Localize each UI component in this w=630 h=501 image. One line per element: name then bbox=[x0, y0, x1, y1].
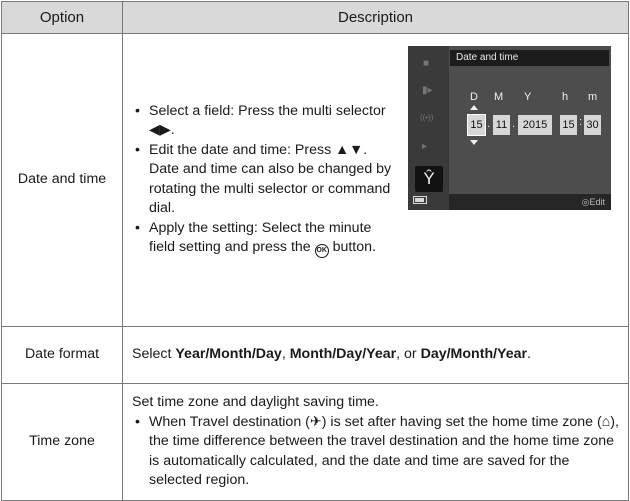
separator: . bbox=[512, 118, 516, 130]
label-hour: h bbox=[562, 91, 569, 103]
list-item: Edit the date and time: Press ▲▼. Date a… bbox=[132, 141, 394, 219]
document-page: Option Description Date and time Select … bbox=[0, 0, 630, 501]
label-year: Y bbox=[524, 91, 532, 103]
table-header-row: Option Description bbox=[1, 1, 629, 34]
format-mdy: Month/Day/Year bbox=[289, 346, 397, 363]
battery-icon bbox=[413, 196, 427, 204]
list-item: Apply the setting: Select the minute fie… bbox=[132, 219, 394, 258]
day-field: 15 bbox=[467, 114, 486, 136]
label-minute: m bbox=[588, 91, 598, 103]
wrench-icon: Ŷ bbox=[415, 166, 443, 192]
separator: . bbox=[487, 118, 491, 130]
table-row: Date format Select Year/Month/Day, Month… bbox=[1, 326, 629, 384]
format-dmy: Day/Month/Year bbox=[420, 346, 528, 363]
option-name: Date and time bbox=[1, 33, 123, 327]
edit-hint: ◎Edit bbox=[581, 197, 605, 207]
label-day: D bbox=[470, 91, 478, 103]
time-zone-intro: Set time zone and daylight saving time. bbox=[132, 394, 379, 411]
camera-icon: ■ bbox=[423, 58, 430, 69]
movie-icon: ▮▸ bbox=[422, 85, 433, 96]
playback-icon: ▸ bbox=[422, 141, 428, 152]
list-item: When Travel destination (✈) is set after… bbox=[132, 413, 622, 491]
ok-button-icon: OK bbox=[314, 243, 329, 258]
month-field: 11 bbox=[493, 115, 510, 135]
screen-title: Date and time bbox=[450, 50, 609, 66]
up-arrow-icon bbox=[470, 105, 478, 110]
table-row: Time zone Set time zone and daylight sav… bbox=[1, 383, 629, 501]
camera-screen-illustration: ■ ▮▸ ((•)) ▸ Ŷ Date and time D M Y h m 1… bbox=[408, 46, 611, 210]
separator: : bbox=[579, 116, 583, 128]
bullet-list: Select a field: Press the multi selector… bbox=[132, 102, 394, 258]
option-name: Date format bbox=[1, 326, 123, 384]
option-description: Select Year/Month/Day, Month/Day/Year, o… bbox=[122, 326, 629, 384]
label-month: M bbox=[494, 91, 504, 103]
list-item: Select a field: Press the multi selector… bbox=[132, 102, 394, 141]
travel-destination-icon: ✈ bbox=[309, 413, 322, 430]
minute-field: 30 bbox=[584, 115, 601, 135]
format-ymd: Year/Month/Day bbox=[175, 346, 282, 363]
list-item-text: button. bbox=[328, 238, 376, 255]
option-description: Set time zone and daylight saving time. … bbox=[122, 383, 629, 501]
bullet-list: When Travel destination (✈) is set after… bbox=[132, 413, 622, 491]
option-name: Time zone bbox=[1, 383, 123, 501]
header-description: Description bbox=[122, 1, 629, 34]
home-icon: ⌂ bbox=[601, 413, 611, 430]
wifi-icon: ((•)) bbox=[420, 113, 434, 122]
hour-field: 15 bbox=[560, 115, 577, 135]
header-option: Option bbox=[1, 1, 123, 34]
year-field: 2015 bbox=[518, 115, 552, 135]
down-arrow-icon bbox=[470, 140, 478, 145]
